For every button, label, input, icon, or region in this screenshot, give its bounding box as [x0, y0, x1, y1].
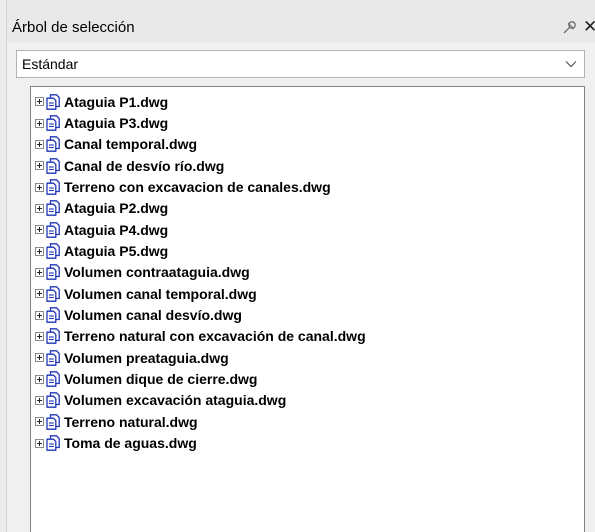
- selection-tree[interactable]: Ataguia P1.dwg Ataguia P3.dwg Canal temp…: [30, 86, 585, 532]
- expand-plus-icon[interactable]: [35, 417, 44, 427]
- dwg-file-icon: [46, 413, 60, 430]
- dwg-file-icon: [46, 179, 60, 195]
- tree-item-label: Canal de desvío río.dwg: [64, 157, 225, 174]
- tree-item-label: Ataguia P5.dwg: [64, 243, 169, 260]
- tree-item[interactable]: Volumen contraataguia.dwg: [35, 262, 366, 283]
- tree-item[interactable]: Ataguia P2.dwg: [35, 198, 366, 219]
- dwg-file-icon: [46, 221, 60, 238]
- chevron-down-icon: [565, 61, 577, 68]
- tree-view-select[interactable]: Estándar: [16, 50, 585, 78]
- expand-plus-icon[interactable]: [35, 395, 44, 405]
- tree-item[interactable]: Ataguia P5.dwg: [35, 240, 366, 261]
- dwg-file-icon: [46, 328, 60, 345]
- selection-tree-panel: Árbol de selección ✕ Estándar Ataguia P1…: [0, 0, 595, 532]
- tree-item-label: Terreno natural.dwg: [64, 413, 198, 430]
- expand-plus-icon[interactable]: [35, 139, 44, 149]
- expand-plus-icon[interactable]: [35, 182, 44, 192]
- dwg-file-icon: [46, 157, 60, 174]
- tree-item-label: Canal temporal.dwg: [64, 136, 198, 153]
- tree-item[interactable]: Volumen preataguia.dwg: [35, 347, 366, 368]
- tree-item[interactable]: Terreno natural.dwg: [35, 411, 366, 432]
- tree-item-label: Volumen excavación ataguia.dwg: [64, 392, 287, 409]
- dwg-file-icon: [46, 371, 60, 387]
- tree-item-label: Toma de aguas.dwg: [64, 435, 197, 452]
- tree-list: Ataguia P1.dwg Ataguia P3.dwg Canal temp…: [35, 91, 366, 454]
- pin-icon[interactable]: [561, 20, 577, 36]
- tree-item[interactable]: Volumen dique de cierre.dwg: [35, 368, 366, 389]
- tree-item[interactable]: Volumen excavación ataguia.dwg: [35, 390, 366, 411]
- panel-left-edge: [0, 0, 7, 532]
- dwg-file-icon: [46, 435, 60, 452]
- expand-plus-icon[interactable]: [35, 267, 44, 277]
- expand-plus-icon[interactable]: [35, 246, 44, 256]
- tree-item-label: Volumen dique de cierre.dwg: [64, 371, 258, 388]
- tree-view-select-value: Estándar: [22, 56, 79, 72]
- tree-item[interactable]: Volumen canal desvío.dwg: [35, 304, 366, 325]
- tree-item[interactable]: Ataguia P3.dwg: [35, 112, 366, 133]
- tree-item-label: Terreno natural con excavación de canal.…: [64, 328, 366, 345]
- dwg-file-icon: [46, 349, 60, 366]
- tree-item[interactable]: Toma de aguas.dwg: [35, 433, 366, 454]
- panel-title: Árbol de selección: [12, 19, 135, 36]
- dwg-file-icon: [46, 392, 60, 409]
- tree-item[interactable]: Canal temporal.dwg: [35, 134, 366, 155]
- expand-plus-icon[interactable]: [35, 118, 44, 128]
- expand-plus-icon[interactable]: [35, 438, 44, 448]
- tree-item-label: Ataguia P4.dwg: [64, 221, 169, 238]
- tree-item[interactable]: Terreno con excavacion de canales.dwg: [35, 176, 366, 197]
- dwg-file-icon: [46, 115, 60, 131]
- tree-item[interactable]: Ataguia P4.dwg: [35, 219, 366, 240]
- dwg-file-icon: [46, 285, 60, 302]
- dwg-file-icon: [46, 93, 60, 110]
- dwg-file-icon: [46, 200, 60, 217]
- expand-plus-icon[interactable]: [35, 203, 44, 213]
- expand-plus-icon[interactable]: [35, 225, 44, 235]
- tree-item[interactable]: Canal de desvío río.dwg: [35, 155, 366, 176]
- tree-item-label: Volumen contraataguia.dwg: [64, 264, 250, 281]
- tree-item-label: Volumen preataguia.dwg: [64, 349, 229, 366]
- expand-plus-icon[interactable]: [35, 289, 44, 299]
- tree-item-label: Ataguia P3.dwg: [64, 115, 169, 132]
- expand-plus-icon[interactable]: [35, 310, 44, 320]
- dwg-file-icon: [46, 307, 60, 323]
- expand-plus-icon[interactable]: [35, 374, 44, 384]
- expand-plus-icon[interactable]: [35, 331, 44, 341]
- tree-item[interactable]: Volumen canal temporal.dwg: [35, 283, 366, 304]
- tree-item-label: Ataguia P1.dwg: [64, 93, 169, 110]
- close-icon[interactable]: ✕: [583, 17, 595, 37]
- panel-title-bar[interactable]: Árbol de selección ✕: [7, 0, 595, 42]
- tree-item-label: Volumen canal desvío.dwg: [64, 307, 242, 324]
- tree-item[interactable]: Ataguia P1.dwg: [35, 91, 366, 112]
- dwg-file-icon: [46, 136, 60, 153]
- tree-item-label: Volumen canal temporal.dwg: [64, 285, 257, 302]
- expand-plus-icon[interactable]: [35, 353, 44, 363]
- tree-item-label: Terreno con excavacion de canales.dwg: [64, 179, 331, 196]
- dwg-file-icon: [46, 243, 60, 259]
- expand-plus-icon[interactable]: [35, 161, 44, 171]
- tree-item-label: Ataguia P2.dwg: [64, 200, 169, 217]
- expand-plus-icon[interactable]: [35, 97, 44, 107]
- tree-item[interactable]: Terreno natural con excavación de canal.…: [35, 326, 366, 347]
- dwg-file-icon: [46, 264, 60, 281]
